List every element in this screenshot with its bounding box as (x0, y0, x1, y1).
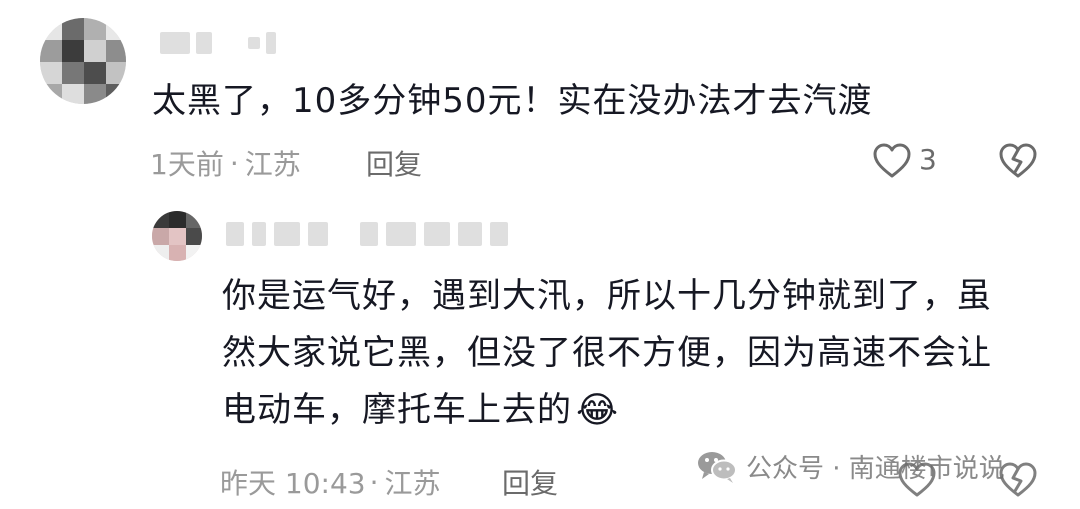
reply-location: 江苏 (384, 467, 441, 500)
wechat-icon (698, 451, 737, 483)
avatar[interactable] (40, 18, 126, 104)
reply-line: 电动车，摩托车上去的 😂 (222, 382, 992, 439)
reply-time: 昨天 10:43 (220, 467, 366, 500)
reply-meta: 昨天 10:43 · 江苏 (220, 462, 441, 502)
reply-line: 然大家说它黑，但没了很不方便，因为高速不会让 (222, 333, 992, 373)
watermark-text: 公众号 · 南通楼市说说 (746, 454, 1005, 484)
comment-location: 江苏 (244, 148, 301, 181)
meta-separator: · (369, 465, 379, 499)
reply-text: 你是运气好，遇到大汛，所以十几分钟就到了，虽 然大家说它黑，但没了很不方便，因为… (222, 268, 992, 439)
comment-meta: 1天前 · 江苏 (150, 143, 301, 183)
reply-username-blurred[interactable] (226, 222, 508, 246)
broken-heart-icon[interactable] (998, 461, 1038, 499)
reply-line-text: 电动车，摩托车上去的 (222, 390, 572, 430)
reply-button[interactable]: 回复 (366, 143, 422, 183)
laughing-emoji: 😂 (576, 390, 620, 431)
comment-time: 1天前 (150, 148, 224, 181)
heart-icon[interactable] (872, 142, 912, 180)
broken-heart-icon[interactable] (998, 142, 1038, 180)
reply-avatar[interactable] (152, 211, 202, 261)
like-count: 3 (919, 143, 937, 176)
heart-icon[interactable] (897, 461, 937, 499)
watermark: 公众号 · 南通楼市说说 (696, 448, 1005, 485)
reply-reply-button[interactable]: 回复 (502, 462, 558, 502)
meta-separator: · (229, 146, 239, 180)
username-blurred[interactable] (160, 32, 276, 54)
reply-line: 你是运气好，遇到大汛，所以十几分钟就到了，虽 (222, 276, 992, 316)
comment-text: 太黑了，10多分钟50元！实在没办法才去汽渡 (152, 81, 873, 121)
